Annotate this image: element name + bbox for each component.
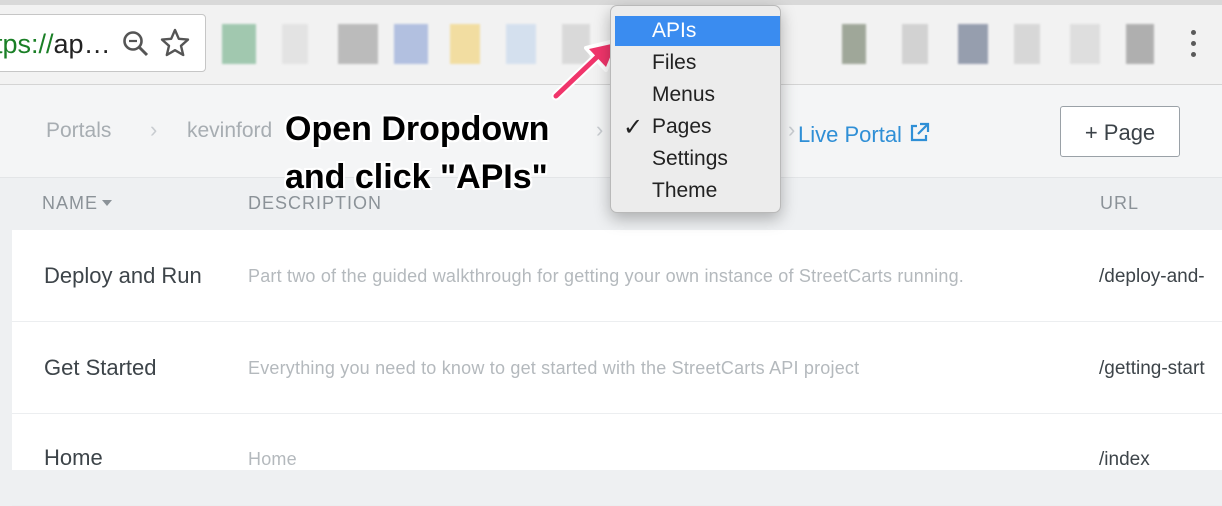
table-row[interactable]: Home Home /index	[12, 414, 1222, 506]
dropdown-item-label: Menus	[652, 83, 716, 106]
dropdown-item-settings[interactable]: Settings	[611, 144, 780, 174]
add-page-button[interactable]: + Page	[1060, 106, 1180, 157]
breadcrumb-separator: ›	[596, 117, 604, 142]
row-description: Home	[248, 449, 297, 469]
annotation-line-1: Open Dropdown	[285, 110, 550, 148]
tutorial-annotation: Open Dropdown and click "APIs"	[285, 105, 549, 201]
row-url: /getting-start	[1099, 358, 1205, 379]
row-url: /deploy-and-	[1099, 266, 1205, 287]
extension-icon[interactable]	[1126, 24, 1154, 64]
menu-icon[interactable]	[1186, 28, 1200, 60]
external-link-icon	[908, 122, 930, 150]
breadcrumb-separator: ›	[788, 117, 796, 142]
table-row[interactable]: Get Started Everything you need to know …	[12, 322, 1222, 414]
breadcrumb-separator: ›	[150, 117, 158, 142]
live-portal-link[interactable]: Live Portal	[798, 122, 930, 150]
dropdown-item-theme[interactable]: Theme	[611, 176, 780, 206]
checkmark-icon: ✓	[623, 114, 644, 141]
row-name[interactable]: Get Started	[44, 355, 157, 381]
extension-icon[interactable]	[338, 24, 378, 64]
extension-icon[interactable]	[394, 24, 428, 64]
section-dropdown-menu: APIs Files Menus ✓ Pages Settings Theme	[610, 5, 781, 213]
dropdown-item-label: Settings	[652, 147, 728, 170]
extension-icon[interactable]	[506, 24, 536, 64]
extension-icon[interactable]	[902, 24, 928, 64]
column-header-url: URL	[1100, 193, 1140, 213]
sort-caret-icon	[102, 200, 113, 206]
dropdown-item-menus[interactable]: Menus	[611, 80, 780, 110]
dropdown-item-label: APIs	[652, 19, 697, 42]
row-name[interactable]: Home	[44, 445, 103, 471]
dropdown-item-label: Theme	[652, 179, 718, 202]
dropdown-item-apis[interactable]: APIs	[615, 16, 780, 46]
extension-icon[interactable]	[222, 24, 256, 64]
extension-icon[interactable]	[958, 24, 988, 64]
dropdown-item-pages[interactable]: ✓ Pages	[611, 112, 780, 142]
dropdown-item-label: Files	[652, 51, 697, 74]
column-header-name[interactable]: NAME	[42, 193, 113, 214]
row-url: /index	[1099, 449, 1150, 470]
row-description: Part two of the guided walkthrough for g…	[248, 266, 964, 286]
dropdown-item-files[interactable]: Files	[611, 48, 780, 78]
address-bar[interactable]: tps://ap…	[0, 14, 206, 72]
extension-icon[interactable]	[842, 24, 866, 64]
column-header-name-label: NAME	[42, 193, 99, 213]
pages-table: Deploy and Run Part two of the guided wa…	[12, 230, 1222, 506]
url-scheme: tps://	[0, 29, 54, 59]
extension-icon[interactable]	[282, 24, 308, 64]
row-description: Everything you need to know to get start…	[248, 358, 860, 378]
extension-icon[interactable]	[1014, 24, 1040, 64]
extension-icon[interactable]	[1070, 24, 1100, 64]
dropdown-item-label: Pages	[652, 115, 712, 138]
breadcrumb-portals[interactable]: Portals	[46, 119, 111, 143]
row-name[interactable]: Deploy and Run	[44, 263, 202, 289]
url-host: ap…	[53, 29, 111, 59]
extension-icon[interactable]	[450, 24, 480, 64]
tab-strip-edge	[0, 0, 1222, 5]
live-portal-label: Live Portal	[798, 122, 902, 147]
annotation-line-2: and click "APIs"	[285, 158, 548, 196]
table-row[interactable]: Deploy and Run Part two of the guided wa…	[12, 230, 1222, 322]
breadcrumb-portal-name[interactable]: kevinford	[187, 119, 272, 143]
url-text[interactable]: tps://ap…	[0, 29, 111, 60]
star-icon[interactable]	[160, 28, 190, 63]
zoom-icon[interactable]	[121, 29, 151, 64]
